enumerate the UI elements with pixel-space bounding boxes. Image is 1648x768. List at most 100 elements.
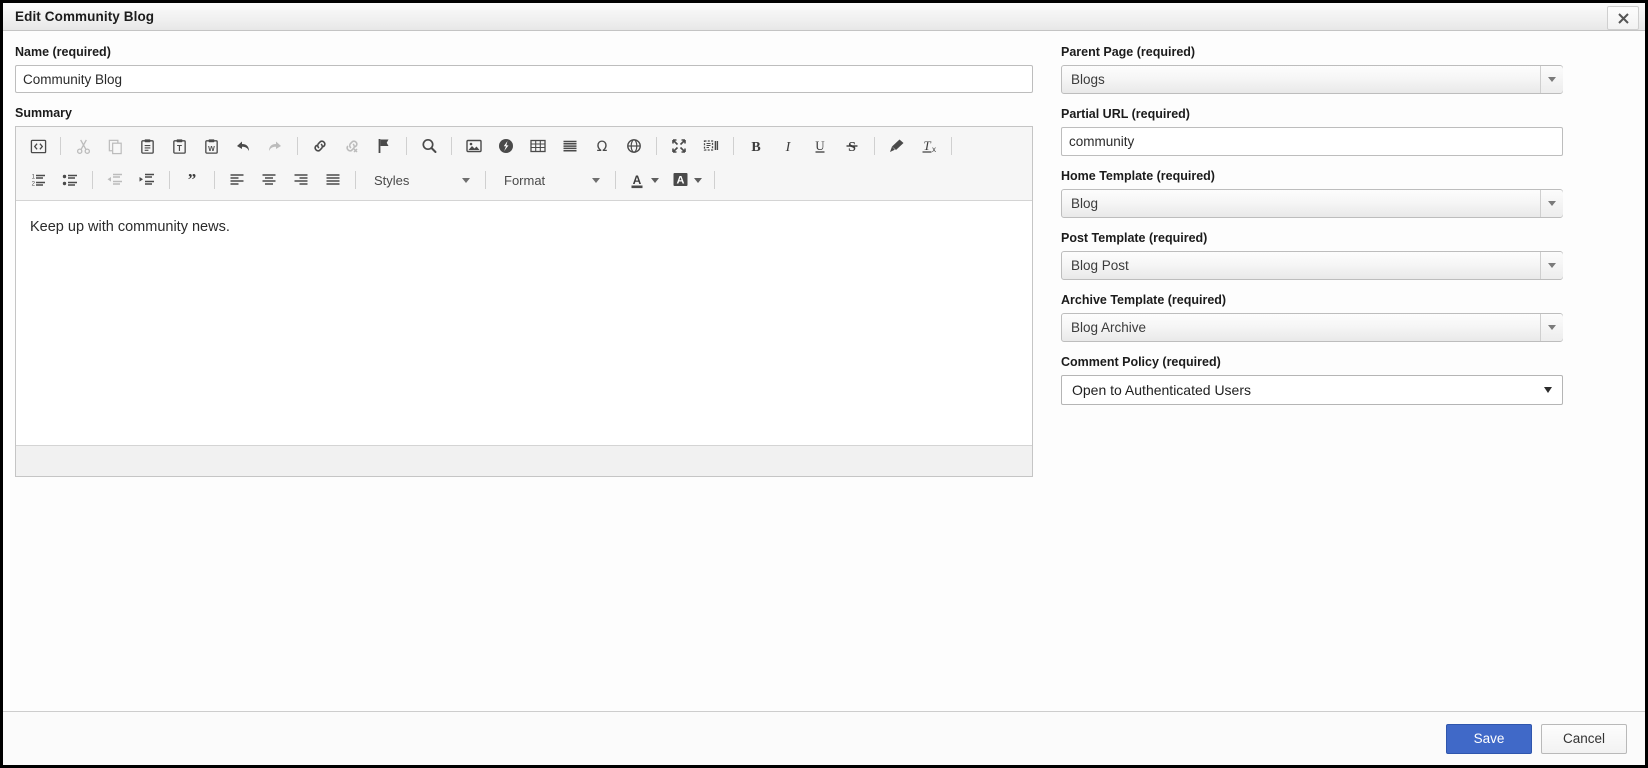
format-dropdown-label: Format — [504, 172, 546, 188]
toolbar-separator — [169, 171, 170, 189]
special-character-icon[interactable]: Ω — [588, 133, 616, 159]
parent-page-label: Parent Page (required) — [1061, 45, 1196, 59]
copy-formatting-icon[interactable] — [883, 133, 911, 159]
edit-community-blog-dialog: Edit Community Blog Name (required) Summ… — [0, 0, 1648, 768]
table-icon[interactable] — [524, 133, 552, 159]
svg-text:2: 2 — [32, 182, 36, 188]
toolbar-separator — [951, 137, 952, 155]
post-template-select[interactable]: Blog Post — [1061, 251, 1563, 280]
indent-icon[interactable] — [133, 167, 161, 193]
cancel-button[interactable]: Cancel — [1541, 723, 1627, 754]
archive-template-dropdown-arrow[interactable] — [1540, 314, 1563, 341]
format-dropdown[interactable]: Format — [494, 167, 607, 193]
summary-label: Summary — [15, 106, 72, 120]
align-justify-icon[interactable] — [319, 167, 347, 193]
toolbar-separator — [656, 137, 657, 155]
chevron-down-icon — [1548, 77, 1556, 82]
strikethrough-icon[interactable]: S — [838, 133, 866, 159]
archive-template-field-block: Archive Template (required) Blog Archive — [1061, 293, 1563, 342]
horizontal-rule-icon[interactable] — [556, 133, 584, 159]
dialog-footer: Save Cancel — [3, 711, 1645, 765]
bulleted-list-icon[interactable] — [56, 167, 84, 193]
align-right-icon[interactable] — [287, 167, 315, 193]
bold-icon[interactable]: B — [742, 133, 770, 159]
italic-icon[interactable]: I — [774, 133, 802, 159]
post-template-value: Blog Post — [1071, 258, 1129, 273]
name-label: Name (required) — [15, 45, 111, 59]
blockquote-icon[interactable]: ” — [178, 167, 206, 193]
undo-icon[interactable] — [229, 133, 257, 159]
dialog-title: Edit Community Blog — [15, 9, 155, 24]
toolbar-separator — [214, 171, 215, 189]
paste-word-icon[interactable]: W — [197, 133, 225, 159]
remove-format-icon[interactable]: Tx — [915, 133, 943, 159]
link-icon[interactable] — [306, 133, 334, 159]
archive-template-label: Archive Template (required) — [1061, 293, 1227, 307]
editor-toolbar-row-1: T W Ω B I U S T x — [16, 129, 1032, 163]
svg-text:”: ” — [188, 171, 197, 189]
maximize-icon[interactable] — [665, 133, 693, 159]
align-left-icon[interactable] — [223, 167, 251, 193]
source-icon[interactable] — [24, 133, 52, 159]
svg-text:x: x — [932, 145, 936, 154]
svg-text:B: B — [751, 140, 760, 155]
show-blocks-icon[interactable] — [697, 133, 725, 159]
outdent-icon[interactable] — [101, 167, 129, 193]
background-color-icon: A — [673, 172, 688, 186]
parent-page-select[interactable]: Blogs — [1061, 65, 1563, 94]
paste-icon[interactable] — [133, 133, 161, 159]
toolbar-separator — [355, 171, 356, 189]
svg-text:Ω: Ω — [597, 139, 608, 155]
unlink-icon[interactable] — [338, 133, 366, 159]
home-template-select[interactable]: Blog — [1061, 189, 1563, 218]
styles-dropdown[interactable]: Styles — [364, 167, 477, 193]
partial-url-input[interactable] — [1061, 127, 1563, 156]
flash-icon[interactable] — [492, 133, 520, 159]
align-center-icon[interactable] — [255, 167, 283, 193]
chevron-down-icon — [1548, 325, 1556, 330]
chevron-down-icon — [1548, 263, 1556, 268]
name-input[interactable] — [15, 65, 1033, 93]
chevron-down-icon — [462, 177, 470, 183]
underline-icon[interactable]: U — [806, 133, 834, 159]
editor-toolbar: T W Ω B I U S T x 1 2 ” Styles Format A … — [16, 127, 1032, 201]
svg-text:1: 1 — [32, 175, 36, 181]
save-button[interactable]: Save — [1446, 723, 1532, 754]
home-template-field-block: Home Template (required) Blog — [1061, 169, 1563, 218]
comment-policy-field-block: Comment Policy (required) Open to Authen… — [1061, 355, 1563, 405]
svg-text:T: T — [177, 143, 182, 152]
text-color-button[interactable]: A — [624, 167, 663, 193]
chevron-down-icon — [651, 177, 659, 183]
name-field-block: Name (required) — [15, 45, 1033, 93]
background-color-button[interactable]: A — [667, 167, 706, 193]
toolbar-separator — [406, 137, 407, 155]
right-column: Parent Page (required) Blogs Partial URL… — [1061, 45, 1563, 418]
chevron-down-icon — [1548, 201, 1556, 206]
chevron-down-icon — [592, 177, 600, 183]
partial-url-label: Partial URL (required) — [1061, 107, 1190, 121]
paste-text-icon[interactable]: T — [165, 133, 193, 159]
svg-text:A: A — [677, 174, 685, 186]
anchor-flag-icon[interactable] — [370, 133, 398, 159]
close-icon[interactable] — [1607, 6, 1639, 30]
numbered-list-icon[interactable]: 12 — [24, 167, 52, 193]
parent-page-dropdown-arrow[interactable] — [1540, 66, 1563, 93]
archive-template-select[interactable]: Blog Archive — [1061, 313, 1563, 342]
svg-text:A: A — [633, 173, 642, 187]
svg-text:T: T — [923, 138, 931, 153]
image-icon[interactable] — [460, 133, 488, 159]
post-template-label: Post Template (required) — [1061, 231, 1208, 245]
copy-icon[interactable] — [101, 133, 129, 159]
comment-policy-select[interactable]: Open to Authenticated Users — [1061, 375, 1563, 405]
toolbar-separator — [615, 171, 616, 189]
cut-icon[interactable] — [69, 133, 97, 159]
summary-rich-text-editor: T W Ω B I U S T x 1 2 ” Styles Format A … — [15, 126, 1033, 477]
redo-icon[interactable] — [261, 133, 289, 159]
search-icon[interactable] — [415, 133, 443, 159]
svg-text:I: I — [785, 140, 792, 155]
iframe-globe-icon[interactable] — [620, 133, 648, 159]
editor-content-area[interactable]: Keep up with community news. — [16, 201, 1032, 445]
home-template-dropdown-arrow[interactable] — [1540, 190, 1563, 217]
post-template-dropdown-arrow[interactable] — [1540, 252, 1563, 279]
toolbar-separator — [92, 171, 93, 189]
